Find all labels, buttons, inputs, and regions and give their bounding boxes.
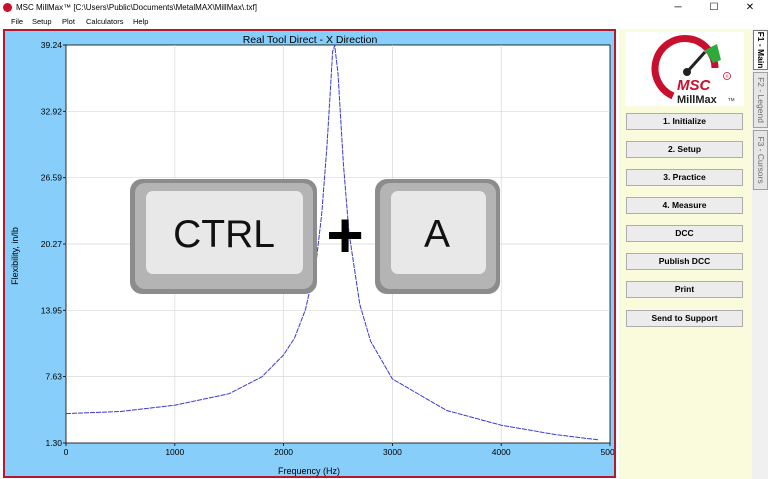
logo-trademark: TM: [728, 97, 735, 102]
menu-plot[interactable]: Plot: [62, 17, 75, 26]
tab-main[interactable]: F1 - Main: [753, 30, 768, 70]
a-key-label: A: [424, 213, 450, 256]
menu-calculators[interactable]: Calculators: [86, 17, 124, 26]
publish-dcc-button[interactable]: Publish DCC: [626, 253, 743, 270]
measure-button[interactable]: 4. Measure: [626, 197, 743, 214]
setup-button[interactable]: 2. Setup: [626, 141, 743, 158]
tab-cursors-label: F3 - Cursors: [755, 136, 766, 184]
initialize-button[interactable]: 1. Initialize: [626, 113, 743, 130]
print-button[interactable]: Print: [626, 281, 743, 298]
y-tick-label: 13.95: [41, 305, 63, 315]
sidebar-panel: MSC MillMax ® TM 1. Initialize 2. Setup …: [619, 29, 752, 479]
menu-bar: File Setup Plot Calculators Help: [0, 16, 768, 29]
dcc-button[interactable]: DCC: [626, 225, 743, 242]
x-tick-label: 0: [64, 447, 69, 457]
y-tick-label: 26.59: [41, 173, 63, 183]
x-tick-label: 4000: [492, 447, 511, 457]
logo-registered-mark: ®: [725, 73, 729, 79]
x-tick-label: 3000: [383, 447, 402, 457]
app-icon: [3, 3, 12, 12]
menu-help[interactable]: Help: [133, 17, 148, 26]
tab-legend-label: F2 - Legend: [755, 77, 766, 123]
menu-file[interactable]: File: [11, 17, 23, 26]
title-bar: MSC MillMax™ [C:\Users\Public\Documents\…: [0, 0, 768, 16]
x-tick-label: 5000: [601, 447, 614, 457]
window-title: MSC MillMax™ [C:\Users\Public\Documents\…: [16, 3, 257, 12]
tab-main-label: F1 - Main: [755, 31, 766, 69]
menu-setup[interactable]: Setup: [32, 17, 52, 26]
plus-sign: +: [326, 199, 363, 271]
tab-cursors[interactable]: F3 - Cursors: [753, 130, 768, 190]
tab-legend[interactable]: F2 - Legend: [753, 72, 768, 128]
ctrl-key-label: CTRL: [173, 213, 275, 256]
y-tick-label: 20.27: [41, 239, 63, 249]
send-to-support-button[interactable]: Send to Support: [626, 310, 743, 327]
y-tick-label: 7.63: [45, 372, 62, 382]
msc-millmax-logo: MSC MillMax ® TM: [625, 32, 744, 106]
y-axis-label: Flexibility, in/lb: [10, 227, 20, 285]
chart-panel[interactable]: Real Tool Direct - X Direction 0 1000 2000…: [3, 29, 616, 478]
y-tick-label: 1.30: [45, 438, 62, 448]
a-key-graphic: A: [375, 179, 500, 294]
close-button[interactable]: ✕: [732, 0, 768, 16]
minimize-button[interactable]: ─: [660, 0, 696, 16]
flexibility-chart[interactable]: Real Tool Direct - X Direction 0 1000 2000…: [5, 31, 614, 476]
tab-strip: F1 - Main F2 - Legend F3 - Cursors: [752, 29, 768, 479]
x-tick-label: 2000: [274, 447, 293, 457]
ctrl-key-graphic: CTRL: [130, 179, 317, 294]
chart-title: Real Tool Direct - X Direction: [243, 34, 378, 46]
x-tick-label: 1000: [165, 447, 184, 457]
practice-button[interactable]: 3. Practice: [626, 169, 743, 186]
logo-msc-text: MSC: [677, 77, 712, 94]
maximize-button[interactable]: ☐: [696, 0, 732, 16]
speedometer-icon: MSC MillMax ® TM: [651, 35, 735, 106]
logo-millmax-text: MillMax: [677, 94, 718, 106]
y-tick-label: 32.92: [41, 106, 63, 116]
x-axis-label: Frequency (Hz): [278, 466, 340, 476]
y-tick-label: 39.24: [41, 40, 63, 50]
